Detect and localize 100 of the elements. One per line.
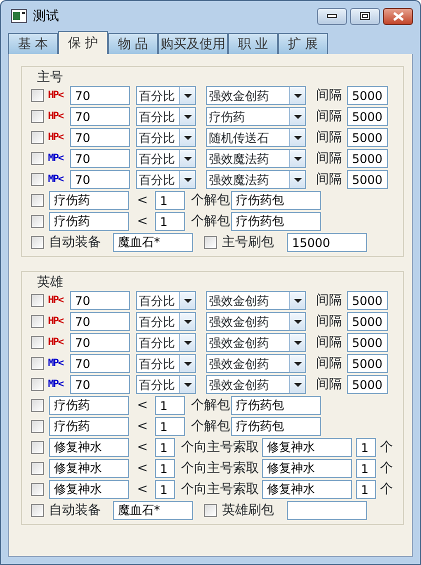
text-field[interactable]: 5000 <box>347 107 388 126</box>
text-field[interactable]: 修复神水 <box>262 438 352 457</box>
text-field[interactable]: 1 <box>154 438 175 457</box>
text-field[interactable]: 5000 <box>347 149 388 168</box>
text-field[interactable]: 70 <box>70 333 130 352</box>
text-field[interactable]: 1 <box>356 459 376 478</box>
text-field[interactable]: 疗伤药 <box>49 396 129 415</box>
caret-icon <box>184 156 192 160</box>
caret-icon <box>294 178 302 182</box>
checkbox[interactable] <box>31 483 44 496</box>
close-button[interactable] <box>383 8 413 24</box>
dropdown[interactable]: 百分比 <box>136 149 196 168</box>
text-field[interactable]: 5000 <box>347 354 388 373</box>
text-field[interactable]: 5000 <box>347 375 388 394</box>
checkbox[interactable] <box>31 294 44 307</box>
dropdown[interactable]: 强效金创药 <box>206 291 306 310</box>
text-field[interactable]: 疗伤药包 <box>230 417 321 436</box>
dropdown[interactable]: 疗伤药 <box>206 107 306 126</box>
dropdown[interactable]: 百分比 <box>136 375 196 394</box>
dropdown[interactable]: 随机传送石 <box>206 128 306 147</box>
dropdown[interactable]: 百分比 <box>136 354 196 373</box>
checkbox[interactable] <box>31 357 44 370</box>
dropdown[interactable]: 百分比 <box>136 107 196 126</box>
checkbox[interactable] <box>31 504 44 517</box>
checkbox[interactable] <box>204 236 217 249</box>
checkbox[interactable] <box>31 378 44 391</box>
text-field[interactable]: 修复神水 <box>49 480 129 499</box>
checkbox[interactable] <box>31 131 44 144</box>
text-field[interactable]: 修复神水 <box>262 480 352 499</box>
tab[interactable]: 扩 展 <box>278 33 328 54</box>
dropdown[interactable]: 百分比 <box>136 291 196 310</box>
checkbox[interactable] <box>31 441 44 454</box>
minimize-button[interactable] <box>317 8 347 24</box>
text-field[interactable]: 70 <box>70 107 130 126</box>
tab[interactable]: 保 护 <box>58 31 108 54</box>
dropdown[interactable]: 强效魔法药 <box>206 170 306 189</box>
checkbox[interactable] <box>31 336 44 349</box>
text-field[interactable]: 魔血石* <box>113 501 193 520</box>
text-field[interactable]: 疗伤药 <box>49 212 129 231</box>
text-field[interactable]: 疗伤药包 <box>230 396 321 415</box>
text-field[interactable]: 1 <box>356 438 376 457</box>
checkbox[interactable] <box>31 462 44 475</box>
checkbox[interactable] <box>31 215 44 228</box>
checkbox[interactable] <box>204 504 217 517</box>
checkbox[interactable] <box>31 152 44 165</box>
text-field[interactable]: 70 <box>70 86 130 105</box>
text-field[interactable]: 修复神水 <box>262 459 352 478</box>
text-field[interactable]: 1 <box>154 396 185 415</box>
dropdown[interactable]: 百分比 <box>136 128 196 147</box>
text-field[interactable]: 70 <box>70 128 130 147</box>
tab[interactable]: 物 品 <box>108 33 158 54</box>
checkbox[interactable] <box>31 315 44 328</box>
dropdown[interactable]: 强效金创药 <box>206 312 306 331</box>
text-field[interactable]: 1 <box>154 459 175 478</box>
text-field[interactable]: 魔血石* <box>113 233 193 252</box>
checkbox[interactable] <box>31 173 44 186</box>
tab[interactable]: 职 业 <box>228 33 278 54</box>
text-field[interactable] <box>287 501 367 520</box>
text-field[interactable]: 70 <box>70 354 130 373</box>
text-field[interactable]: 5000 <box>347 128 388 147</box>
text-field[interactable]: 1 <box>154 480 175 499</box>
text-field[interactable]: 1 <box>154 417 185 436</box>
text-field[interactable]: 5000 <box>347 291 388 310</box>
maximize-button[interactable] <box>350 8 380 24</box>
text-field[interactable]: 疗伤药 <box>49 417 129 436</box>
dropdown[interactable]: 强效金创药 <box>206 333 306 352</box>
text-field[interactable]: 修复神水 <box>49 438 129 457</box>
dropdown[interactable]: 百分比 <box>136 86 196 105</box>
tab[interactable]: 基 本 <box>8 33 58 54</box>
text-field[interactable]: 70 <box>70 312 130 331</box>
text-field[interactable]: 5000 <box>347 312 388 331</box>
text-field[interactable]: 疗伤药包 <box>230 191 321 210</box>
dropdown[interactable]: 百分比 <box>136 170 196 189</box>
checkbox[interactable] <box>31 110 44 123</box>
dropdown[interactable]: 强效金创药 <box>206 86 306 105</box>
checkbox[interactable] <box>31 236 44 249</box>
text-field[interactable]: 疗伤药 <box>49 191 129 210</box>
text-field[interactable]: 5000 <box>347 170 388 189</box>
text-field[interactable]: 修复神水 <box>49 459 129 478</box>
text-field[interactable]: 5000 <box>347 333 388 352</box>
text-field[interactable]: 1 <box>356 480 376 499</box>
dropdown[interactable]: 百分比 <box>136 312 196 331</box>
text-field[interactable]: 5000 <box>347 86 388 105</box>
tab[interactable]: 购买及使用 <box>158 33 228 54</box>
checkbox[interactable] <box>31 399 44 412</box>
text-field[interactable]: 1 <box>154 212 185 231</box>
dropdown[interactable]: 强效金创药 <box>206 354 306 373</box>
text-field[interactable]: 1 <box>154 191 185 210</box>
text-field[interactable]: 疗伤药包 <box>230 212 321 231</box>
text-field[interactable]: 70 <box>70 149 130 168</box>
checkbox[interactable] <box>31 194 44 207</box>
text-field[interactable]: 15000 <box>287 233 367 252</box>
checkbox[interactable] <box>31 89 44 102</box>
dropdown[interactable]: 强效魔法药 <box>206 149 306 168</box>
text-field[interactable]: 70 <box>70 291 130 310</box>
dropdown[interactable]: 百分比 <box>136 333 196 352</box>
dropdown[interactable]: 强效金创药 <box>206 375 306 394</box>
text-field[interactable]: 70 <box>70 375 130 394</box>
checkbox[interactable] <box>31 420 44 433</box>
text-field[interactable]: 70 <box>70 170 130 189</box>
